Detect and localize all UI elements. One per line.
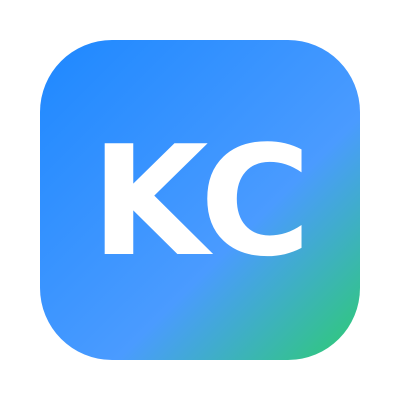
canvas: KC xyxy=(0,0,400,400)
app-icon-initials: KC xyxy=(90,113,312,290)
app-icon: KC xyxy=(40,40,360,360)
